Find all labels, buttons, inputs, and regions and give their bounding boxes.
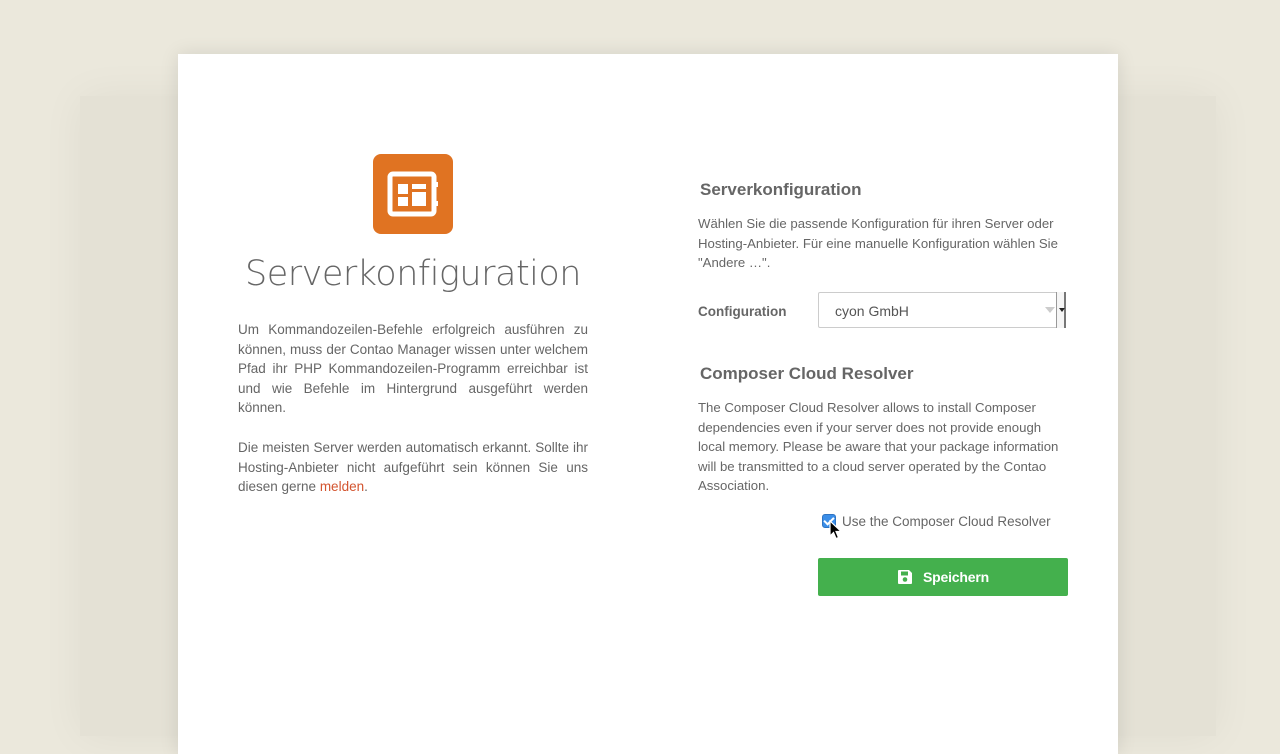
intro-paragraph: Um Kommandozeilen-Befehle erfolgreich au… xyxy=(238,322,588,416)
save-icon xyxy=(898,570,913,584)
help-paragraph: Die meisten Server werden automatisch er… xyxy=(238,438,588,497)
mouse-cursor-icon xyxy=(829,520,843,540)
chevron-down-icon xyxy=(1045,307,1055,313)
page-title: Serverkonfiguration xyxy=(244,254,582,294)
contao-manager-logo-icon xyxy=(373,154,453,234)
cloud-resolver-option[interactable]: Use the Composer Cloud Resolver xyxy=(822,512,1051,530)
setup-card: Serverkonfiguration Um Kommandozeilen-Be… xyxy=(178,54,1118,754)
save-button-label: Speichern xyxy=(923,569,989,585)
select-dropdown-icon[interactable] xyxy=(1056,292,1066,328)
save-button[interactable]: Speichern xyxy=(818,558,1068,596)
cloud-resolver-description: The Composer Cloud Resolver allows to in… xyxy=(698,400,1059,494)
help-paragraph-text: Die meisten Server werden automatisch er… xyxy=(238,440,588,495)
configuration-selected-value: cyon GmbH xyxy=(835,303,909,319)
configuration-label: Configuration xyxy=(698,304,787,319)
cloud-resolver-checkbox-label[interactable]: Use the Composer Cloud Resolver xyxy=(842,514,1051,529)
configuration-select[interactable]: cyon GmbH xyxy=(818,292,1066,328)
report-link[interactable]: melden xyxy=(320,479,364,494)
cloud-resolver-heading: Composer Cloud Resolver xyxy=(700,364,914,383)
server-config-heading: Serverkonfiguration xyxy=(700,180,862,199)
server-config-description: Wählen Sie die passende Konfiguration fü… xyxy=(698,216,1058,271)
help-paragraph-end: . xyxy=(364,479,368,495)
